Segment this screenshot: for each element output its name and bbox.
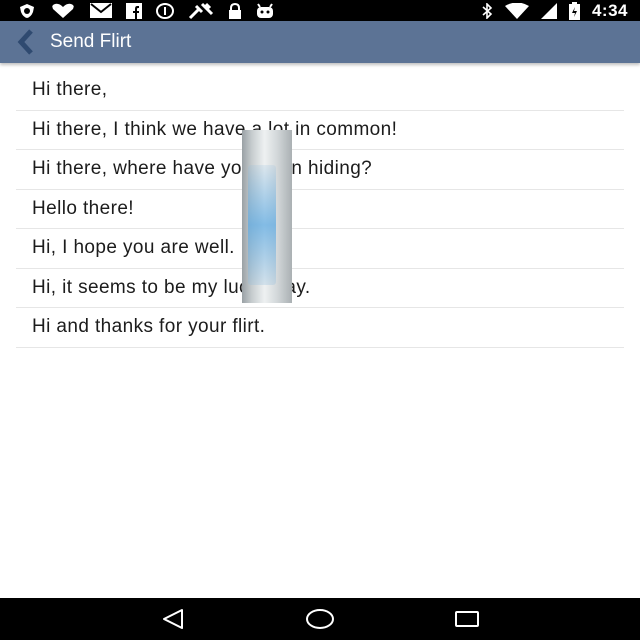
back-triangle-icon [163,609,184,629]
list-item[interactable]: Hi there, I think we have a lot in commo… [16,111,624,150]
list-item[interactable]: Hi there, where have you been hiding? [16,150,624,190]
message-text: Hello there! [32,197,134,219]
home-circle-icon [305,609,334,629]
message-text: Hi there, [32,79,108,101]
message-text: Hi and thanks for your flirt. [32,316,266,338]
overlay-image [248,165,276,285]
chevron-left-icon [17,29,33,55]
list-item[interactable]: Hi there, [16,71,624,111]
nav-home-button[interactable] [298,598,342,640]
lock-icon [228,0,242,21]
satellite-icon [188,0,214,21]
message-text: Hi there, I think we have a lot in commo… [32,118,398,140]
status-bar: 4:34 [0,0,640,21]
clock: 4:34 [591,0,628,20]
notification-icons [18,0,274,21]
back-button[interactable] [6,21,46,63]
wifi-icon [504,0,529,21]
app-bar: Send Flirt [0,21,640,63]
info-icon [156,0,174,21]
nav-recents-button[interactable] [445,598,489,640]
floating-overlay-widget[interactable] [242,130,292,303]
list-item[interactable]: Hi, I hope you are well. [16,229,624,269]
list-item[interactable]: Hi and thanks for your flirt. [16,308,624,348]
heart-icon [50,0,76,21]
message-text: Hi there, where have you been hiding? [32,158,373,180]
message-text: Hi, I hope you are well. [32,237,235,259]
system-icons: 4:34 [481,0,628,21]
flirt-message-list: Hi there, Hi there, I think we have a lo… [16,71,624,348]
facebook-icon [126,0,142,21]
mail-icon [90,0,112,21]
recents-square-icon [454,611,479,627]
nav-back-button[interactable] [151,598,195,640]
list-item[interactable]: Hello there! [16,190,624,229]
shield-icon [18,0,36,21]
bluetooth-icon [481,0,493,21]
list-item[interactable]: Hi, it seems to be my lucky day. [16,269,624,308]
page-title: Send Flirt [50,31,132,52]
navigation-bar [0,598,640,640]
signal-icon [540,0,557,21]
android-icon [256,0,274,21]
battery-icon [568,0,580,21]
